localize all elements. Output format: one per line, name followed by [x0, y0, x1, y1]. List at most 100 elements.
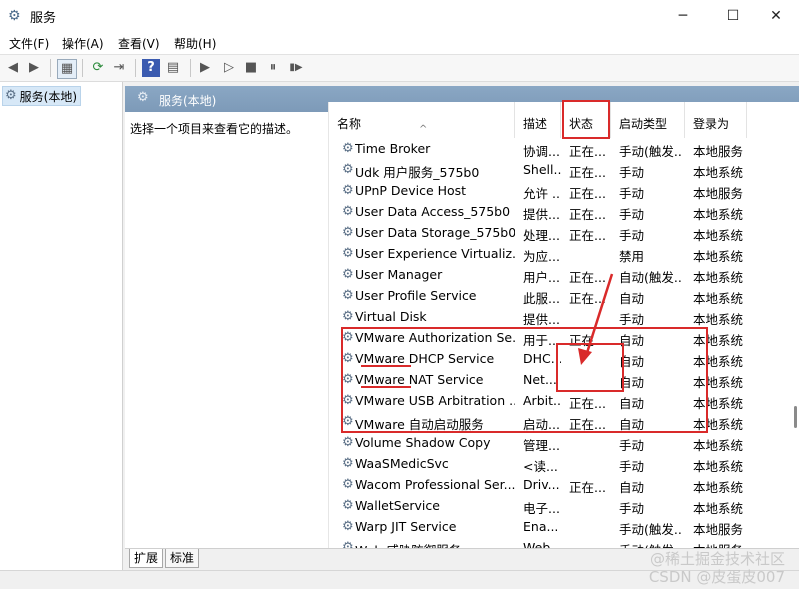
close-button[interactable]: ✕ [753, 0, 799, 32]
gear-icon: ⚙ [342, 162, 354, 177]
column-desc-label: 描述 [523, 117, 548, 131]
refresh-icon[interactable]: ⟳ [89, 59, 107, 77]
service-name: UPnP Device Host [355, 183, 467, 198]
window-title: 服务 [30, 11, 57, 26]
properties-icon[interactable]: ▤ [164, 59, 182, 77]
services-list: 名称 ^ 描述 状态 启动类型 登录为 ⚙ Time Broker 协调... 正在.… [328, 102, 799, 548]
stop-service-icon[interactable]: ■ [242, 59, 260, 77]
service-desc: 协调... [523, 144, 560, 159]
service-row[interactable]: ⚙ User Data Storage_575b0 处理... 正在... 手动 本地系统 [329, 222, 789, 243]
service-row[interactable]: ⚙ WaaSMedicSvc <读... 手动 本地系统 [329, 453, 789, 474]
watermark-text-csdn: CSDN @皮蛋皮007 [648, 568, 785, 586]
gear-icon: ⚙ [342, 309, 354, 324]
start-service-icon[interactable]: ▶ [196, 59, 214, 77]
service-startup: 手动 [619, 501, 645, 516]
search-gear-icon: ⚙ [137, 90, 149, 105]
resume-service-icon[interactable]: ▮▶ [287, 59, 305, 77]
service-desc: 处理... [523, 228, 560, 243]
toolbar-separator [190, 59, 191, 77]
service-logon: 本地服务 [693, 186, 744, 201]
forward-icon[interactable]: ▶ [25, 59, 43, 77]
annotation-box-vmware-rows [341, 327, 708, 433]
column-header-desc[interactable]: 描述 [515, 102, 561, 138]
service-row[interactable]: ⚙ User Experience Virtualiz... 为应... 禁用 本地系统 [329, 243, 789, 264]
column-header-logon[interactable]: 登录为 [685, 102, 747, 138]
scrollbar-thumb[interactable] [794, 406, 797, 428]
service-logon: 本地服务 [693, 540, 749, 548]
help-icon[interactable]: ? [142, 59, 160, 77]
service-desc: 提供... [523, 207, 560, 222]
service-startup: 手动 [619, 312, 645, 327]
menu-file[interactable]: 文件(F) [9, 35, 49, 52]
service-logon: 本地系统 [693, 312, 744, 327]
service-startup: 手动 [619, 207, 645, 222]
annotation-arrow [578, 273, 614, 365]
gear-icon: ⚙ [342, 288, 354, 303]
tab-extended[interactable]: 扩展 [129, 549, 164, 568]
service-desc: Driv... [523, 477, 560, 492]
service-logon: 本地系统 [693, 438, 744, 453]
service-row[interactable]: ⚙ Wacom Professional Ser... Driv... 正在... 自动… [329, 474, 789, 495]
service-logon: 本地系统 [693, 270, 744, 285]
gear-icon: ⚙ [342, 204, 354, 219]
service-status: 正在... [569, 228, 606, 243]
service-name: User Data Access_575b0 [355, 204, 511, 219]
annotation-arrow-head [578, 348, 592, 365]
service-status: 正在... [569, 186, 606, 201]
service-name: User Manager [355, 267, 443, 282]
start-service-params-icon[interactable]: ▷ [220, 59, 238, 77]
column-header-name[interactable]: 名称 ^ [329, 102, 515, 138]
service-row[interactable]: ⚙ WalletService 电子... 手动 本地系统 [329, 495, 789, 516]
service-startup: 自动(触发... [619, 270, 683, 285]
service-name: Warp JIT Service [355, 519, 457, 534]
service-startup: 手动 [619, 228, 645, 243]
service-name: User Experience Virtualiz... [355, 246, 515, 261]
service-row[interactable]: ⚙ Warp JIT Service Ena... 手动(触发... 本地服务 [329, 516, 789, 537]
export-list-icon[interactable]: ⇥ [110, 59, 128, 77]
column-header-startup[interactable]: 启动类型 [611, 102, 685, 138]
tree-item-services-local[interactable]: ⚙ 服务(本地) [2, 86, 82, 106]
console-tree: ⚙ 服务(本地) [0, 82, 123, 588]
back-icon[interactable]: ◀ [4, 59, 22, 77]
service-row[interactable]: ⚙ Volume Shadow Copy 管理... 手动 本地系统 [329, 432, 789, 453]
service-row[interactable]: ⚙ UPnP Device Host 允许 ... 正在... 手动 本地服务 [329, 180, 789, 201]
service-logon: 本地系统 [693, 459, 744, 474]
toolbar-separator [135, 59, 136, 77]
service-desc: 用户... [523, 270, 560, 285]
gear-icon: ⚙ [342, 246, 354, 261]
maximize-button[interactable]: ☐ [710, 0, 756, 32]
service-name: WalletService [355, 498, 440, 513]
gear-icon: ⚙ [342, 225, 354, 240]
service-row[interactable]: ⚙ User Manager 用户... 正在... 自动(触发... 本地系统 [329, 264, 789, 285]
menu-view[interactable]: 查看(V) [118, 35, 160, 52]
console-tree-icon[interactable]: ▦ [57, 59, 77, 79]
column-startup-label: 启动类型 [619, 117, 668, 131]
gear-icon: ⚙ [342, 267, 354, 282]
service-row[interactable]: ⚙ User Profile Service 此服... 正在... 自动 本地系统 [329, 285, 789, 306]
gear-icon: ⚙ [342, 540, 354, 549]
gear-icon: ⚙ [342, 435, 354, 450]
pause-service-icon[interactable]: ⏸ [264, 59, 282, 77]
service-row[interactable]: ⚙ Virtual Disk 提供... 手动 本地系统 [329, 306, 789, 327]
service-desc: 此服... [523, 291, 560, 306]
service-name: User Profile Service [355, 288, 477, 303]
description-hint: 选择一个项目来查看它的描述。 [130, 122, 299, 136]
service-name: Udk 用户服务_575b0 [355, 165, 480, 180]
menu-help[interactable]: 帮助(H) [174, 35, 216, 52]
service-name: Volume Shadow Copy [355, 435, 491, 450]
toolbar-separator [82, 59, 83, 77]
service-name: Web 威胁防御服务 [355, 540, 515, 548]
service-startup: 手动 [619, 165, 645, 180]
service-startup: 自动 [619, 480, 645, 495]
tab-standard[interactable]: 标准 [165, 549, 200, 568]
service-row[interactable]: ⚙Web 威胁防御服务 Web... 手动(触发... 本地服务 [329, 537, 789, 548]
menu-action[interactable]: 操作(A) [62, 35, 104, 52]
service-logon: 本地系统 [693, 207, 744, 222]
service-row[interactable]: ⚙ Time Broker 协调... 正在... 手动(触发... 本地服务 [329, 138, 789, 159]
service-row[interactable]: ⚙Udk 用户服务_575b0 Shell... 正在... 手动 本地系统 [329, 159, 789, 180]
vertical-scrollbar[interactable] [789, 138, 799, 548]
gear-icon: ⚙ [342, 456, 354, 471]
service-row[interactable]: ⚙ User Data Access_575b0 提供... 正在... 手动 本地系统 [329, 201, 789, 222]
minimize-button[interactable]: ─ [660, 0, 706, 32]
gear-icon: ⚙ [342, 477, 354, 492]
